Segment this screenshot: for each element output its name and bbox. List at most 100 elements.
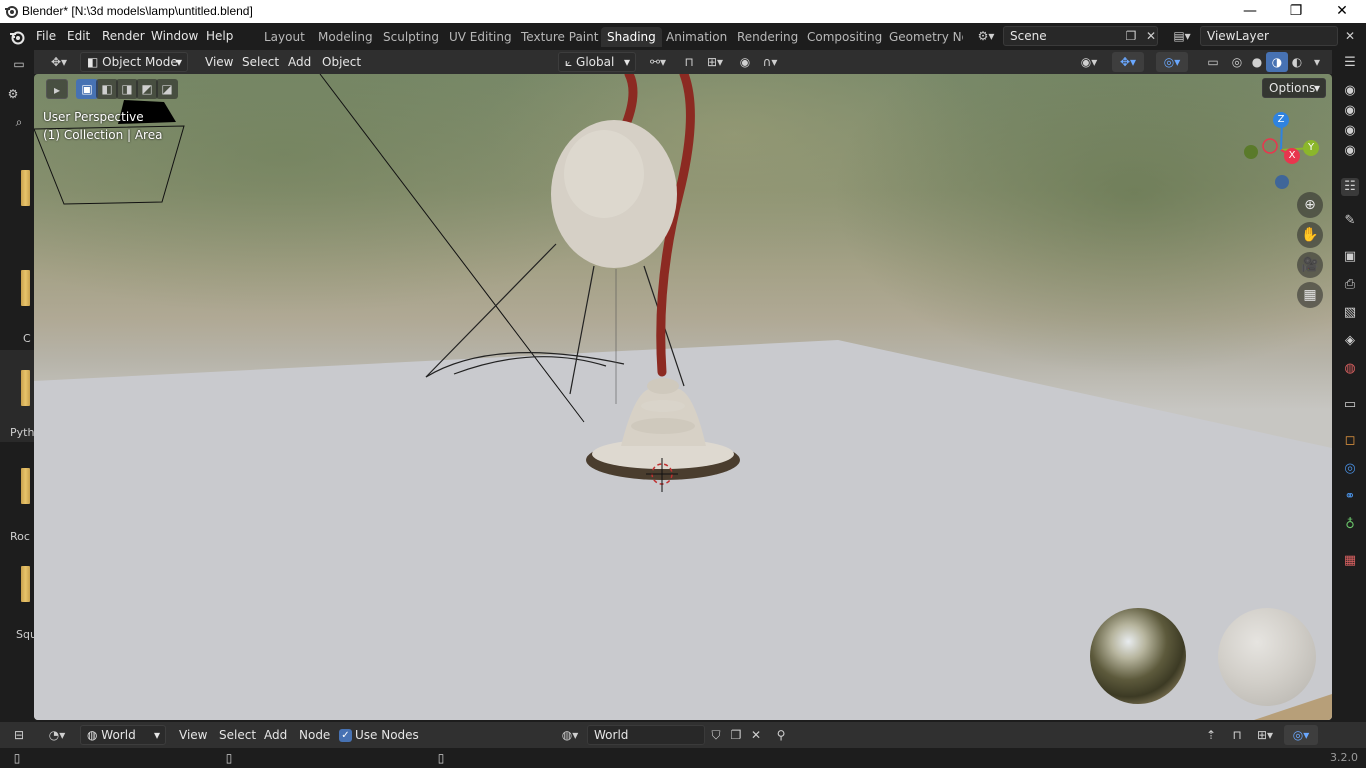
output-tab-icon[interactable]: ⎙ — [1341, 276, 1359, 294]
node-menu-add[interactable]: Add — [258, 726, 293, 745]
tab-texture-paint[interactable]: Texture Paint — [515, 27, 604, 47]
camera-visibility-icon[interactable]: ◉ — [1341, 142, 1359, 160]
editor-type-node-icon[interactable]: ⊟ — [8, 725, 30, 745]
tab-modeling[interactable]: Modeling — [312, 27, 379, 47]
viewport-menu-object[interactable]: Object — [316, 53, 367, 72]
select-new-icon[interactable]: ▣ — [76, 79, 98, 99]
file-browser-icon[interactable]: ▭ — [8, 54, 30, 74]
tab-sculpting[interactable]: Sculpting — [377, 27, 445, 47]
material-preview-shading-icon[interactable]: ◑ — [1266, 52, 1288, 72]
scene-selector-icon[interactable]: ⚙▾ — [972, 26, 1000, 46]
view-layer-tab-icon[interactable]: ▧ — [1341, 304, 1359, 322]
active-tool-tab-icon[interactable]: ☷ — [1341, 178, 1359, 196]
search-icon[interactable]: ⌕ — [8, 112, 30, 132]
blender-menu-icon[interactable] — [9, 29, 25, 45]
select-invert-icon[interactable]: ◩ — [136, 79, 158, 99]
node-tree-type-icon[interactable]: ◔▾ — [42, 725, 72, 745]
node-menu-node[interactable]: Node — [293, 726, 336, 745]
falloff-icon[interactable]: ∩▾ — [756, 52, 784, 72]
shader-type-dropdown[interactable]: ◍ World ▾ — [80, 725, 166, 745]
pan-hand-icon[interactable]: ✋ — [1297, 222, 1323, 248]
node-overlays-icon[interactable]: ◎▾ — [1284, 725, 1318, 745]
viewport-menu-select[interactable]: Select — [236, 53, 285, 72]
snap-target-icon[interactable]: ⊞▾ — [700, 52, 730, 72]
new-scene-icon[interactable]: ❐ — [1120, 26, 1142, 46]
menu-window[interactable]: Window — [151, 29, 198, 43]
tab-shading[interactable]: Shading — [601, 27, 662, 47]
restore-button[interactable]: ❐ — [1273, 0, 1319, 23]
tab-compositing[interactable]: Compositing — [801, 27, 888, 47]
close-button[interactable]: ✕ — [1319, 0, 1365, 23]
minimize-button[interactable]: — — [1227, 0, 1273, 23]
3d-viewport[interactable]: User Perspective (1) Collection | Area Z… — [34, 74, 1332, 720]
texture-tab-icon[interactable]: ▦ — [1341, 552, 1359, 570]
viewport-menu-add[interactable]: Add — [282, 53, 317, 72]
camera-visibility-icon[interactable]: ◉ — [1341, 122, 1359, 140]
pin-icon[interactable]: ⚲ — [770, 725, 792, 745]
options-dropdown[interactable]: Options ▾ — [1262, 78, 1326, 98]
gizmo-y-axis[interactable]: Y — [1303, 140, 1319, 156]
render-tab-icon[interactable]: ▣ — [1341, 248, 1359, 266]
select-tool-icon[interactable]: ▸ — [46, 79, 68, 99]
constraints-tab-icon[interactable]: ⚭ — [1341, 488, 1359, 506]
menu-help[interactable]: Help — [206, 29, 233, 43]
sidebar-tab-1[interactable]: C — [0, 270, 34, 362]
physics-tab-icon[interactable]: ◎ — [1341, 460, 1359, 478]
tool-settings-icon[interactable]: ⚙ — [2, 84, 24, 104]
shading-options-icon[interactable]: ▾ — [1306, 52, 1328, 72]
sidebar-tab-3[interactable]: Roc — [0, 468, 34, 560]
solid-shading-icon[interactable]: ● — [1246, 52, 1268, 72]
proportional-edit-icon[interactable]: ◉ — [734, 52, 756, 72]
rendered-shading-icon[interactable]: ◐ — [1286, 52, 1308, 72]
menu-edit[interactable]: Edit — [67, 29, 90, 43]
overlays-toggle-icon[interactable]: ◎▾ — [1156, 52, 1188, 72]
collection-tab-icon[interactable]: ▭ — [1341, 396, 1359, 414]
select-subtract-icon[interactable]: ◨ — [116, 79, 138, 99]
node-snap-icon[interactable]: ⊓ — [1226, 725, 1248, 745]
tab-geometry-nodes[interactable]: Geometry Noc — [883, 27, 963, 47]
menu-render[interactable]: Render — [102, 29, 145, 43]
viewlayer-selector-icon[interactable]: ▤▾ — [1168, 26, 1196, 46]
select-extend-icon[interactable]: ◧ — [96, 79, 118, 99]
viewport-menu-view[interactable]: View — [199, 53, 239, 72]
tab-layout[interactable]: Layout — [258, 27, 311, 47]
zoom-icon[interactable]: ⊕ — [1297, 192, 1323, 218]
transform-orientation-dropdown[interactable]: ⟀ Global ▾ — [558, 52, 636, 72]
editor-type-icon[interactable]: ✥▾ — [44, 52, 74, 72]
unlink-world-icon[interactable]: ✕ — [745, 725, 767, 745]
world-name-field[interactable]: World — [587, 725, 705, 745]
tab-rendering[interactable]: Rendering — [731, 27, 804, 47]
gizmo-toggle-icon[interactable]: ✥▾ — [1112, 52, 1144, 72]
select-intersect-icon[interactable]: ◪ — [156, 79, 178, 99]
light-data-tab-icon[interactable]: ♁ — [1341, 516, 1359, 534]
menu-file[interactable]: File — [36, 29, 56, 43]
outliner-icon[interactable]: ☰ — [1341, 54, 1359, 72]
ortho-grid-icon[interactable]: ▦ — [1297, 282, 1323, 308]
sidebar-tab-2[interactable]: Pyth — [0, 350, 34, 442]
pivot-point-icon[interactable]: ⚯▾ — [644, 52, 672, 72]
tool-tab-icon[interactable]: ✎ — [1341, 212, 1359, 230]
sidebar-tab-0[interactable] — [0, 170, 34, 262]
scene-tab-icon[interactable]: ◈ — [1341, 332, 1359, 350]
node-menu-view[interactable]: View — [173, 726, 213, 745]
camera-visibility-icon[interactable]: ◉ — [1341, 82, 1359, 100]
gizmo-x-axis[interactable]: X — [1284, 148, 1300, 164]
xray-toggle-icon[interactable]: ▭ — [1202, 52, 1224, 72]
world-browse-icon[interactable]: ◍▾ — [555, 725, 585, 745]
object-tab-icon[interactable]: ◻ — [1341, 432, 1359, 450]
visibility-icon[interactable]: ◉▾ — [1074, 52, 1104, 72]
tab-uv-editing[interactable]: UV Editing — [443, 27, 518, 47]
gizmo-z-axis[interactable]: Z — [1273, 112, 1289, 128]
snap-icon[interactable]: ⊓ — [678, 52, 700, 72]
node-snap-target-icon[interactable]: ⊞▾ — [1250, 725, 1280, 745]
delete-viewlayer-icon[interactable]: ✕ — [1338, 26, 1362, 46]
wireframe-shading-icon[interactable]: ◎ — [1226, 52, 1248, 72]
object-mode-dropdown[interactable]: ◧ Object Mode ▾ — [80, 52, 188, 72]
camera-visibility-icon[interactable]: ◉ — [1341, 102, 1359, 120]
fake-user-icon[interactable]: ⛉ — [705, 725, 727, 745]
duplicate-world-icon[interactable]: ❐ — [725, 725, 747, 745]
world-tab-icon[interactable]: ◍ — [1341, 360, 1359, 378]
viewlayer-name-field[interactable]: ViewLayer — [1200, 26, 1338, 46]
tab-animation[interactable]: Animation — [660, 27, 733, 47]
camera-view-icon[interactable]: 🎥 — [1297, 252, 1323, 278]
